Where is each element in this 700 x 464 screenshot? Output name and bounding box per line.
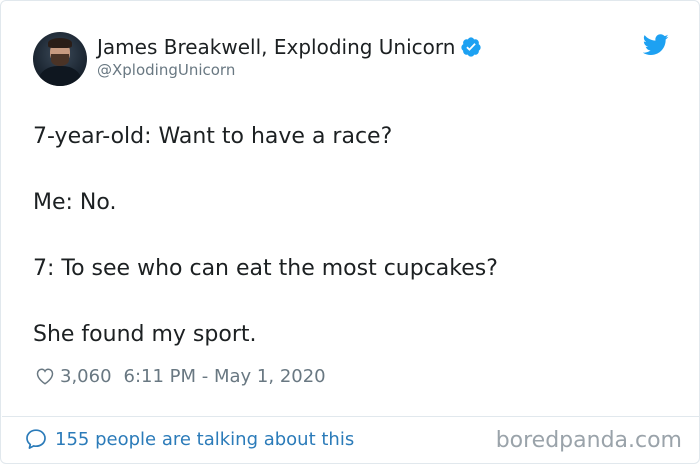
avatar-body (39, 66, 81, 86)
tweet-line: 7-year-old: Want to have a race? (33, 124, 393, 149)
tweet-line: She found my sport. (33, 322, 257, 347)
twitter-logo-icon[interactable] (643, 34, 669, 56)
conversation-text[interactable]: 155 people are talking about this (55, 429, 354, 450)
avatar[interactable] (33, 32, 87, 86)
tweet-timestamp[interactable]: 6:11 PM - May 1, 2020 (124, 366, 326, 387)
avatar-beard (51, 54, 69, 66)
speech-bubble-icon (26, 429, 46, 449)
like-count[interactable]: 3,060 (60, 366, 112, 387)
display-name[interactable]: James Breakwell, Exploding Unicorn (97, 34, 455, 60)
display-name-row: James Breakwell, Exploding Unicorn (97, 34, 482, 60)
author-names: James Breakwell, Exploding Unicorn @Xplo… (97, 34, 482, 86)
tweet-meta: 3,060 6:11 PM - May 1, 2020 (34, 365, 326, 387)
tweet-line: Me: No. (33, 190, 117, 215)
tweet-line: 7: To see who can eat the most cupcakes? (33, 256, 498, 281)
author-handle[interactable]: @XplodingUnicorn (97, 61, 482, 79)
conversation-link[interactable]: 155 people are talking about this (24, 427, 354, 451)
tweet-card: James Breakwell, Exploding Unicorn @Xplo… (0, 0, 700, 464)
tweet-header: James Breakwell, Exploding Unicorn @Xplo… (33, 32, 482, 86)
boredpanda-watermark: boredpanda.com (495, 428, 682, 453)
footer-divider (2, 416, 700, 417)
heart-icon[interactable] (34, 365, 56, 387)
tweet-text: 7-year-old: Want to have a race? Me: No.… (33, 121, 673, 351)
avatar-hair (48, 38, 72, 48)
verified-badge-icon (461, 37, 482, 57)
